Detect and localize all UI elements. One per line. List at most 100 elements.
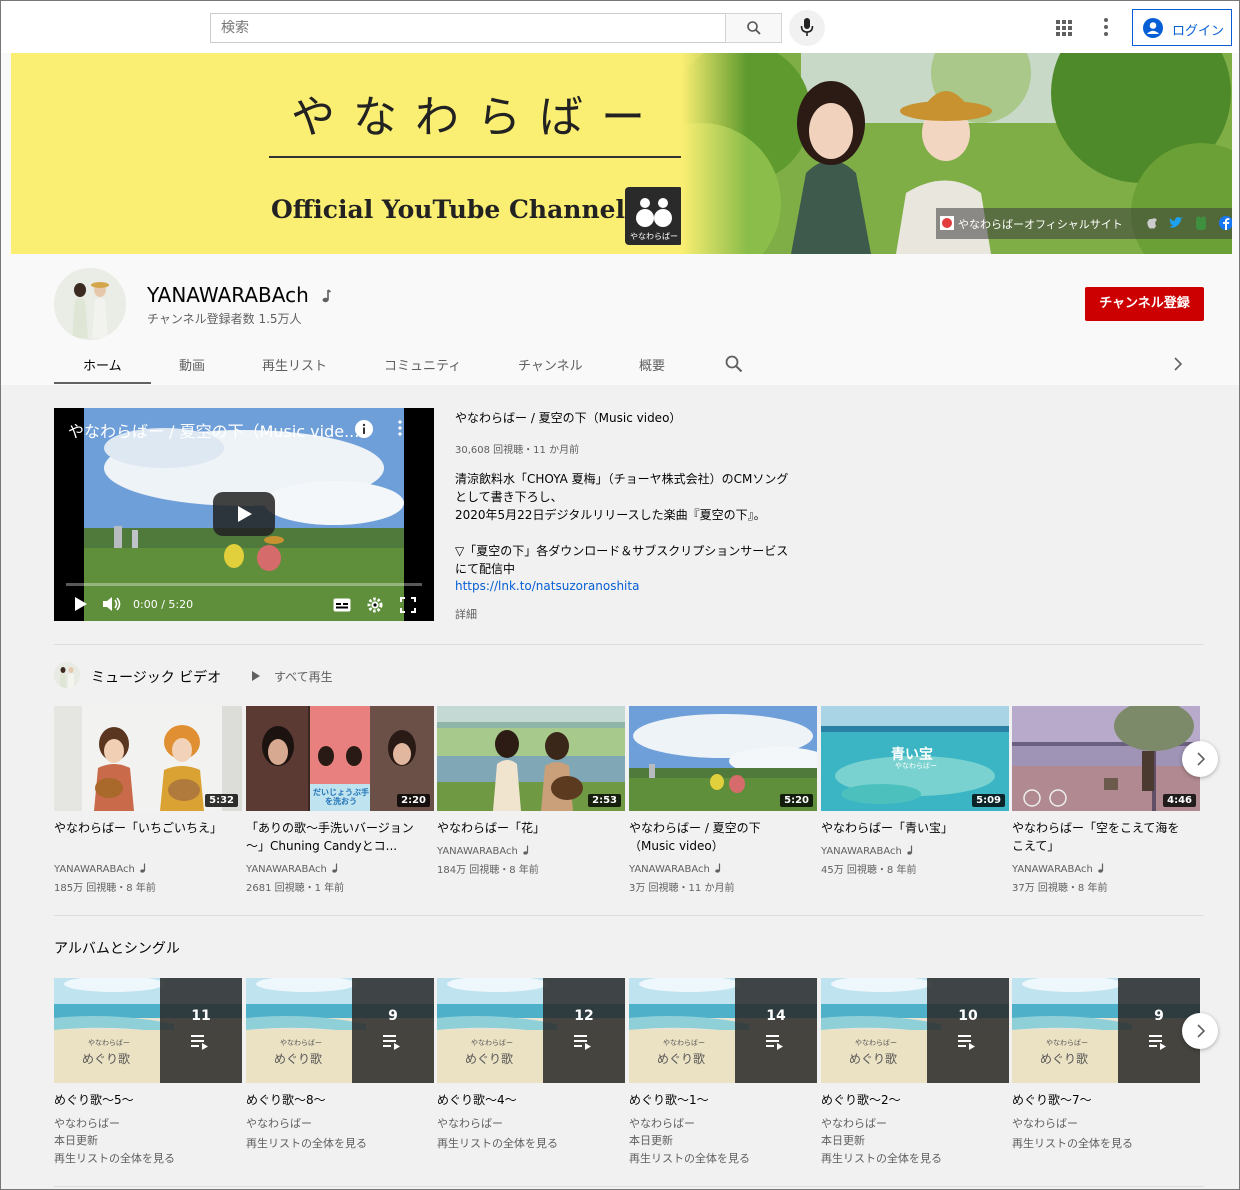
video-title[interactable]: やなわらばー「花」: [437, 819, 613, 837]
video-thumbnail[interactable]: 4:46: [1012, 706, 1200, 811]
search-icon[interactable]: [725, 355, 743, 373]
music-shelf-title[interactable]: ミュージック ビデオ: [91, 667, 221, 687]
section-divider: [54, 1186, 1204, 1187]
fullscreen-icon[interactable]: [400, 597, 416, 613]
video-channel[interactable]: YANAWARABAch: [437, 845, 530, 857]
video-thumbnail[interactable]: 2:53: [437, 706, 625, 811]
captions-icon[interactable]: [333, 598, 351, 612]
playlist-thumbnail[interactable]: やなわらばー めぐり歌 12: [437, 978, 625, 1083]
playlist-thumbnail[interactable]: やなわらばー めぐり歌 11: [54, 978, 242, 1083]
album-shelf-title[interactable]: アルバムとシングル: [54, 938, 180, 958]
gear-icon[interactable]: [367, 597, 383, 613]
apps-grid-icon[interactable]: [1056, 20, 1072, 36]
playlist-icon: [574, 1035, 591, 1050]
video-title[interactable]: やなわらばー「いちごいちえ」: [54, 819, 230, 837]
playlist-title[interactable]: めぐり歌～5～: [54, 1091, 134, 1108]
playlist-title[interactable]: めぐり歌～2～: [821, 1091, 901, 1108]
playlist-thumbnail[interactable]: やなわらばー めぐり歌 9: [246, 978, 434, 1083]
video-thumbnail[interactable]: だいじょうぶ手を洗おう 2:20: [246, 706, 434, 811]
video-channel[interactable]: YANAWARABAch: [1012, 863, 1105, 875]
featured-video-link[interactable]: https://lnk.to/natsuzoranoshita: [455, 579, 639, 593]
playlist-art-subtitle: やなわらばー: [280, 1039, 322, 1047]
playlist-thumbnail[interactable]: やなわらばー めぐり歌 14: [629, 978, 817, 1083]
playlist-art-subtitle: やなわらばー: [855, 1039, 897, 1047]
playlist-title[interactable]: めぐり歌～7～: [1012, 1091, 1092, 1108]
read-more-link[interactable]: 詳細: [455, 606, 477, 622]
search-input[interactable]: [210, 13, 726, 43]
video-meta: 184万 回視聴・8 年前: [437, 865, 539, 876]
featured-video-player[interactable]: やなわらばー / 夏空の下（Music vide... 0:00 / 5:20: [54, 408, 434, 621]
channel-name[interactable]: YANAWARABAch: [147, 283, 309, 307]
view-full-playlist-link[interactable]: 再生リストの全体を見る: [1012, 1135, 1133, 1151]
video-duration: 5:09: [972, 794, 1005, 807]
playlist-author[interactable]: やなわらばー: [54, 1115, 120, 1131]
login-button[interactable]: ログイン: [1132, 9, 1232, 46]
video-thumbnail[interactable]: 5:32: [54, 706, 242, 811]
more-vert-icon[interactable]: [398, 420, 402, 436]
progress-bar[interactable]: [66, 583, 422, 586]
tab-home[interactable]: ホーム: [83, 355, 122, 374]
featured-video-title[interactable]: やなわらばー / 夏空の下（Music video）: [455, 409, 681, 426]
view-full-playlist-link[interactable]: 再生リストの全体を見る: [821, 1150, 942, 1166]
tab-community[interactable]: コミュニティ: [384, 355, 461, 374]
video-channel-name: YANAWARABAch: [437, 846, 518, 857]
apple-icon[interactable]: [1146, 216, 1158, 230]
video-channel[interactable]: YANAWARABAch: [54, 863, 147, 875]
playlist-thumbnail[interactable]: やなわらばー めぐり歌 9: [1012, 978, 1200, 1083]
view-full-playlist-link[interactable]: 再生リストの全体を見る: [629, 1150, 750, 1166]
voice-search-button[interactable]: [789, 10, 825, 46]
play-icon[interactable]: [74, 596, 88, 612]
video-channel[interactable]: YANAWARABAch: [246, 863, 339, 875]
view-full-playlist-link[interactable]: 再生リストの全体を見る: [54, 1150, 175, 1166]
playlist-title[interactable]: めぐり歌～4～: [437, 1091, 517, 1108]
playlist-author[interactable]: やなわらばー: [246, 1115, 312, 1131]
search-button[interactable]: [725, 13, 782, 43]
more-vert-icon[interactable]: [1104, 18, 1108, 36]
playlist-author[interactable]: やなわらばー: [1012, 1115, 1078, 1131]
video-title[interactable]: やなわらばー / 夏空の下（Music video）: [629, 819, 805, 855]
website-icon[interactable]: [940, 216, 954, 230]
playlist-art-title: めぐり歌: [657, 1052, 706, 1066]
channel-avatar[interactable]: [54, 268, 126, 340]
info-icon[interactable]: [354, 419, 374, 439]
view-full-playlist-link[interactable]: 再生リストの全体を見る: [437, 1135, 558, 1151]
playlist-author[interactable]: やなわらばー: [437, 1115, 503, 1131]
video-thumbnail[interactable]: 5:20: [629, 706, 817, 811]
play-all-button[interactable]: すべて再生: [252, 668, 333, 685]
video-thumbnail[interactable]: 青い宝 やなわらばー 5:09: [821, 706, 1009, 811]
playlist-art-subtitle: やなわらばー: [471, 1039, 513, 1047]
video-title[interactable]: やなわらばー「青い宝」: [821, 819, 997, 837]
view-full-playlist-link[interactable]: 再生リストの全体を見る: [246, 1135, 367, 1151]
website-link[interactable]: やなわらばーオフィシャルサイト: [958, 216, 1123, 232]
video-duration: 2:53: [588, 794, 621, 807]
play-button-large[interactable]: [213, 492, 275, 536]
playlist-count-overlay: 12: [543, 978, 625, 1083]
playlist-author[interactable]: やなわらばー: [629, 1115, 695, 1131]
playlist-title[interactable]: めぐり歌～1～: [629, 1091, 709, 1108]
shelf-next-button[interactable]: [1182, 741, 1218, 777]
chevron-right-icon[interactable]: [1173, 357, 1183, 371]
playlist-video-count: 14: [766, 1008, 786, 1024]
video-title[interactable]: やなわらばー「空をこえて海をこえて」: [1012, 819, 1188, 855]
tab-about[interactable]: 概要: [639, 355, 665, 374]
playlist-thumbnail[interactable]: やなわらばー めぐり歌 10: [821, 978, 1009, 1083]
playlist-title[interactable]: めぐり歌～8～: [246, 1091, 326, 1108]
player-title[interactable]: やなわらばー / 夏空の下（Music vide...: [68, 418, 359, 442]
twitter-icon[interactable]: [1169, 217, 1183, 229]
playlist-art-subtitle: やなわらばー: [1046, 1039, 1088, 1047]
banner-divider: [269, 156, 687, 158]
tab-channels[interactable]: チャンネル: [518, 355, 583, 374]
facebook-icon[interactable]: [1219, 216, 1232, 230]
tab-playlists[interactable]: 再生リスト: [262, 355, 327, 374]
chevron-right-icon: [1197, 1024, 1206, 1038]
tab-videos[interactable]: 動画: [179, 355, 205, 374]
frog-icon[interactable]: [1195, 216, 1207, 230]
playlist-author[interactable]: やなわらばー: [821, 1115, 887, 1131]
volume-icon[interactable]: [102, 596, 122, 612]
subscribe-button[interactable]: チャンネル登録: [1085, 287, 1204, 321]
shelf-next-button[interactable]: [1182, 1013, 1218, 1049]
video-channel[interactable]: YANAWARABAch: [629, 863, 722, 875]
video-channel-name: YANAWARABAch: [246, 864, 327, 875]
video-channel[interactable]: YANAWARABAch: [821, 845, 914, 857]
video-title[interactable]: 「ありの歌～手洗いバージョン～」Chuning Candyとコ...: [246, 819, 422, 855]
